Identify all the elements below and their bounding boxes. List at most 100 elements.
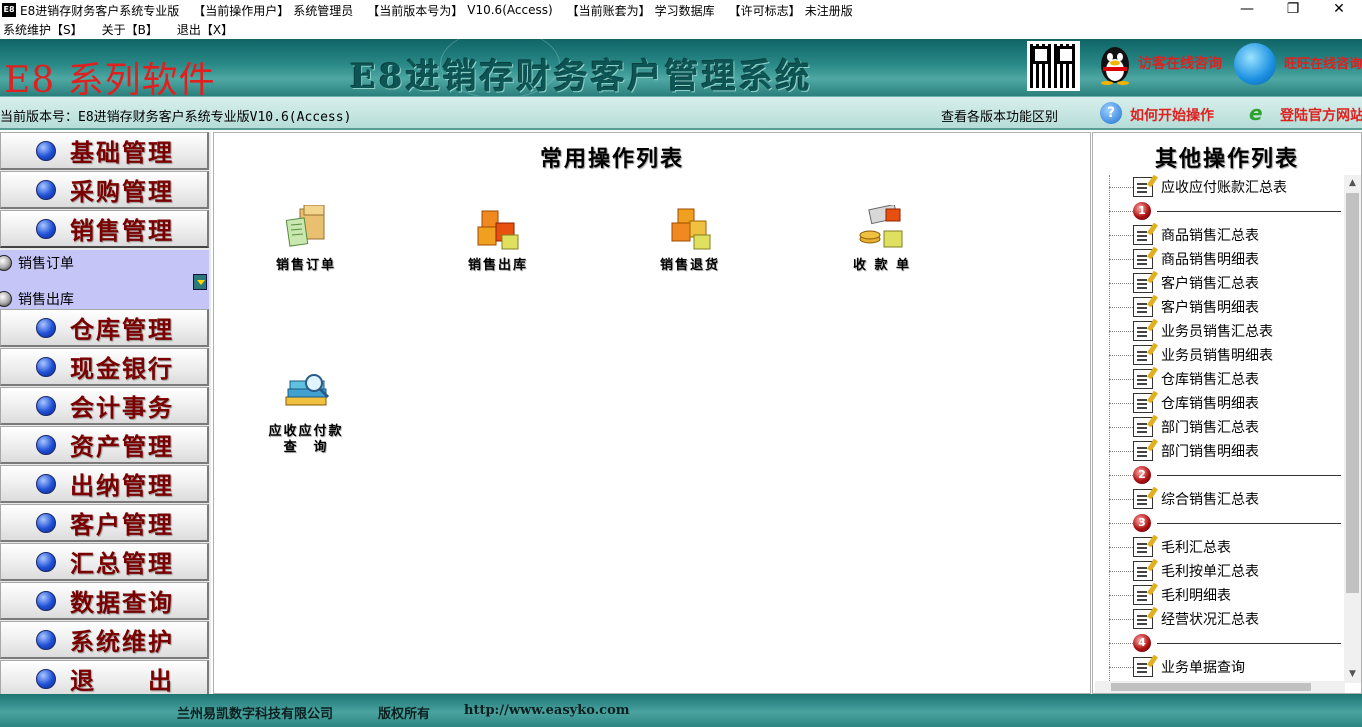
tree-separator: 4 [1109,631,1343,655]
op-sales-return[interactable]: 销售退货 [635,205,745,274]
report-item-label: 经营状况汇总表 [1161,612,1259,628]
compare-versions-link[interactable]: 查看各版本功能区别 [941,106,1058,125]
report-item-label: 客户销售汇总表 [1161,276,1259,292]
other-operations-title: 其他操作列表 [1154,147,1299,172]
nav-exit[interactable]: 退 出 [0,660,209,698]
submenu-scroll-down-icon[interactable] [193,274,207,290]
footer-url[interactable]: http://www.easyko.com [464,703,630,718]
nav-summary-management[interactable]: 汇总管理 [0,543,209,581]
common-operations-panel: 常用操作列表 销售订单 销售出库 销售退货 收 款 单 应收应付款 查 询 [213,132,1091,694]
sales-outbound-icon [477,210,519,250]
report-item[interactable]: 经营状况汇总表 [1109,607,1343,631]
nav-bullet-icon [36,140,56,161]
op-sales-outbound[interactable]: 销售出库 [443,205,553,274]
report-document-icon [1133,393,1153,413]
wangwang-chat-icon[interactable] [1234,43,1276,85]
minimize-button[interactable]: — [1224,0,1270,20]
nav-asset-management[interactable]: 资产管理 [0,426,209,464]
how-to-start-link[interactable]: 如何开始操作 [1130,105,1214,125]
report-item[interactable]: 部门销售明细表 [1109,439,1343,463]
account-value: 学习数据库 [654,3,715,18]
report-document-icon [1133,417,1153,437]
submenu-sales-outbound[interactable]: 销售出库 [0,288,74,310]
menu-about[interactable]: 关于【B】 [102,21,158,38]
submenu-sales-order[interactable]: 销售订单 [0,252,74,274]
scroll-up-icon[interactable]: ▲ [1344,175,1361,192]
report-item[interactable]: 毛利明细表 [1109,583,1343,607]
report-item[interactable]: 业务单据查询 [1109,655,1343,679]
maximize-button[interactable]: ❐ [1270,0,1316,20]
op-receivable-payable-query[interactable]: 应收应付款 查 询 [251,371,361,456]
report-item[interactable]: 部门销售汇总表 [1109,415,1343,439]
report-item[interactable]: 客户销售明细表 [1109,295,1343,319]
vertical-scroll-thumb[interactable] [1346,193,1359,593]
nav-bullet-icon [36,551,56,572]
report-document-icon [1133,489,1153,509]
separator-line [1157,210,1341,212]
nav-label: 会计事务 [70,393,174,422]
nav-sales-management[interactable]: 销售管理 [0,210,209,248]
nav-bullet-icon [36,629,56,650]
scroll-down-icon[interactable]: ▼ [1344,666,1361,683]
menu-system-maintenance[interactable]: 系统维护【S】 [3,21,83,38]
nav-label: 退 出 [70,666,174,695]
report-item[interactable]: 客户销售汇总表 [1109,271,1343,295]
report-document-icon [1133,345,1153,365]
browser-icon[interactable]: e [1249,102,1273,124]
other-operations-panel: 其他操作列表 应收应付账款汇总表 1 商品销售汇总表商品销售明细表客户销售汇总表客户… [1092,132,1362,694]
qq-penguin-icon[interactable] [1097,43,1133,85]
report-document-icon [1133,297,1153,317]
separator-line [1157,522,1341,524]
nav-data-query[interactable]: 数据查询 [0,582,209,620]
tree-branch [1109,426,1133,428]
submenu-bullet-icon [0,255,12,271]
nav-bullet-icon [36,512,56,533]
wangwang-consult-link[interactable]: 旺旺在线咨询 [1284,53,1362,72]
report-document-icon [1133,585,1153,605]
report-item[interactable]: 仓库销售汇总表 [1109,367,1343,391]
nav-cash-bank[interactable]: 现金银行 [0,348,209,386]
nav-label: 资产管理 [70,432,174,461]
menu-bar: 系统维护【S】 关于【B】 退出【X】 [0,20,1362,39]
tree-separator: 1 [1109,199,1343,223]
close-button[interactable]: ✕ [1316,0,1362,20]
current-version-text: 当前版本号：E8进销存财务客户系统专业版V10.6(Access) [0,110,352,125]
op-receipt[interactable]: 收 款 单 [827,203,937,274]
qq-consult-link[interactable]: 访客在线咨询 [1138,53,1222,73]
sales-submenu: 销售订单 销售出库 [0,250,209,309]
common-operations-title: 常用操作列表 [539,147,684,172]
report-item-label: 业务单据查询 [1161,660,1245,676]
report-item-label: 毛利汇总表 [1161,540,1231,556]
nav-cashier-management[interactable]: 出纳管理 [0,465,209,503]
report-item[interactable]: 综合销售汇总表 [1109,487,1343,511]
report-item[interactable]: 业务员销售明细表 [1109,343,1343,367]
report-item[interactable]: 商品销售汇总表 [1109,223,1343,247]
tree-vertical-scrollbar[interactable]: ▲ ▼ [1344,175,1361,683]
tree-branch [1109,330,1133,332]
tree-separator: 2 [1109,463,1343,487]
help-icon[interactable]: ? [1100,102,1122,124]
nav-system-maintenance[interactable]: 系统维护 [0,621,209,659]
report-item[interactable]: 业务员销售汇总表 [1109,319,1343,343]
tree-horizontal-scrollbar[interactable] [1095,681,1345,693]
horizontal-scroll-thumb[interactable] [1111,683,1311,691]
report-item[interactable]: 应收应付账款汇总表 [1109,175,1343,199]
report-item[interactable]: 毛利汇总表 [1109,535,1343,559]
report-item-label: 商品销售汇总表 [1161,228,1259,244]
report-item[interactable]: 仓库销售明细表 [1109,391,1343,415]
report-item[interactable]: 商品销售明细表 [1109,247,1343,271]
nav-warehouse-management[interactable]: 仓库管理 [0,309,209,347]
report-item[interactable]: 毛利按单汇总表 [1109,559,1343,583]
tree-branch [1109,594,1133,596]
op-sales-order[interactable]: 销售订单 [251,204,361,274]
receipt-icon [859,203,903,248]
nav-bullet-icon [36,668,56,689]
menu-exit[interactable]: 退出【X】 [177,21,233,38]
nav-basic-management[interactable]: 基础管理 [0,132,209,170]
nav-label: 基础管理 [70,138,174,167]
group-number-icon: 1 [1133,202,1151,220]
official-site-link[interactable]: 登陆官方网站 [1280,105,1362,125]
nav-purchase-management[interactable]: 采购管理 [0,171,209,209]
nav-accounting[interactable]: 会计事务 [0,387,209,425]
nav-customer-management[interactable]: 客户管理 [0,504,209,542]
